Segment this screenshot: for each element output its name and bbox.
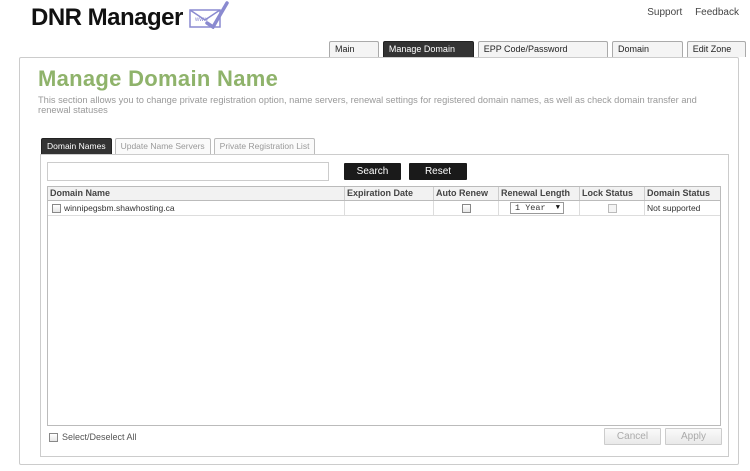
tab-manage-domain-name[interactable]: Manage Domain Name [382, 41, 474, 69]
tab-domain-names[interactable]: Domain Names [41, 138, 112, 154]
sub-tabs: Domain Names Update Name Servers Private… [41, 138, 318, 154]
main-nav-tabs: Main Menu Manage Domain Name EPP Code/Pa… [329, 41, 750, 69]
logo: DNR Manager www [31, 0, 231, 32]
renewal-length-value: 1 Year [515, 203, 546, 213]
page-title: Manage Domain Name [38, 66, 279, 91]
feedback-link[interactable]: Feedback [695, 7, 739, 18]
tab-edit-zone-file[interactable]: Edit Zone File [686, 41, 746, 69]
tab-domain-contacts[interactable]: Domain Contacts [611, 41, 683, 69]
domain-names-content: Search Reset Domain Name Expiration Date… [40, 154, 729, 457]
select-all-checkbox[interactable] [49, 432, 58, 442]
lock-status-checkbox [607, 203, 617, 213]
renewal-length-select[interactable]: 1 Year ▼ [510, 202, 564, 214]
domain-table: Domain Name Expiration Date Auto Renew R… [47, 186, 721, 426]
select-all-control[interactable]: Select/Deselect All [49, 432, 137, 442]
table-row: winnipegsbm.shawhosting.ca 1 Year ▼ Not … [48, 201, 720, 216]
reset-button[interactable]: Reset [409, 163, 467, 180]
search-input[interactable] [47, 162, 329, 181]
tab-private-registration-list[interactable]: Private Registration List [213, 138, 316, 154]
apply-button[interactable]: Apply [665, 428, 722, 445]
domain-name-text: winnipegsbm.shawhosting.ca [64, 203, 175, 213]
logo-text: DNR Manager [31, 4, 183, 31]
column-header-auto-renew[interactable]: Auto Renew [434, 187, 499, 200]
tab-epp-code-password[interactable]: EPP Code/Password Management [477, 41, 608, 69]
column-header-lock-status[interactable]: Lock Status [580, 187, 645, 200]
renewal-length-cell: 1 Year ▼ [499, 201, 580, 215]
column-header-domain-name[interactable]: Domain Name [48, 187, 345, 200]
tab-main-menu[interactable]: Main Menu [329, 41, 379, 69]
auto-renew-checkbox[interactable] [461, 203, 471, 213]
expiration-date-cell [345, 201, 434, 215]
select-all-label: Select/Deselect All [62, 432, 137, 442]
top-links: Support Feedback [637, 7, 739, 18]
column-header-domain-status[interactable]: Domain Status [645, 187, 720, 200]
domain-status-cell: Not supported [647, 203, 701, 213]
support-link[interactable]: Support [647, 7, 682, 18]
domain-cell: winnipegsbm.shawhosting.ca [48, 201, 345, 215]
page-description: This section allows you to change privat… [38, 95, 697, 115]
main-panel: Manage Domain Name This section allows y… [19, 57, 739, 465]
www-envelope-icon: www [187, 0, 231, 32]
cancel-button[interactable]: Cancel [604, 428, 661, 445]
chevron-down-icon: ▼ [555, 204, 560, 212]
app-header: DNR Manager www Support Feedback [0, 0, 750, 42]
table-header: Domain Name Expiration Date Auto Renew R… [48, 187, 720, 201]
search-button[interactable]: Search [344, 163, 401, 180]
lock-status-cell [580, 201, 645, 215]
auto-renew-cell [434, 201, 499, 215]
tab-update-name-servers[interactable]: Update Name Servers [114, 138, 211, 154]
row-select-checkbox[interactable] [52, 204, 61, 214]
column-header-renewal-length[interactable]: Renewal Length [499, 187, 580, 200]
column-header-expiration-date[interactable]: Expiration Date [345, 187, 434, 200]
